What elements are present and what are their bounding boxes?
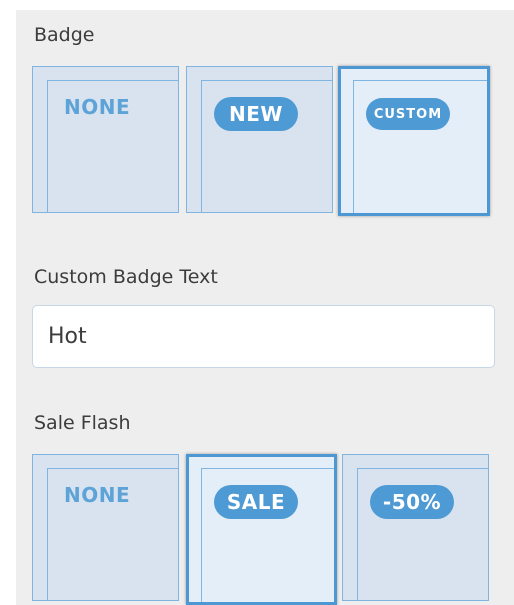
badge-option-new[interactable]: NEW bbox=[186, 66, 333, 213]
percent-badge: -50% bbox=[370, 485, 454, 519]
sale-flash-option-none-preview: NONE bbox=[47, 468, 178, 600]
sale-flash-option-none[interactable]: NONE bbox=[32, 454, 179, 601]
custom-badge-text-label: Custom Badge Text bbox=[34, 266, 218, 288]
sale-flash-option-percent-preview: -50% bbox=[357, 468, 488, 600]
badge-options: NONE NEW CUSTOM bbox=[32, 66, 492, 216]
new-badge: NEW bbox=[214, 97, 298, 131]
none-badge-text: NONE bbox=[64, 95, 131, 119]
sale-badge: SALE bbox=[214, 485, 298, 519]
badge-option-custom[interactable]: CUSTOM bbox=[338, 66, 490, 216]
sale-flash-option-sale-preview: SALE bbox=[201, 468, 334, 602]
sale-flash-options: NONE SALE -50% bbox=[32, 454, 492, 605]
badge-option-new-preview: NEW bbox=[201, 80, 332, 212]
badge-option-none-preview: NONE bbox=[47, 80, 178, 212]
settings-panel: Badge NONE NEW CUSTOM Custom Badge Text … bbox=[16, 10, 514, 605]
sale-flash-option-sale[interactable]: SALE bbox=[186, 454, 337, 605]
sale-flash-option-percent[interactable]: -50% bbox=[342, 454, 489, 601]
badge-option-none[interactable]: NONE bbox=[32, 66, 179, 213]
sale-flash-label: Sale Flash bbox=[34, 412, 131, 434]
badge-label: Badge bbox=[34, 24, 95, 46]
badge-option-custom-preview: CUSTOM bbox=[353, 80, 487, 213]
none-sale-text: NONE bbox=[64, 483, 131, 507]
custom-badge-text-input[interactable] bbox=[32, 305, 495, 368]
custom-badge: CUSTOM bbox=[366, 98, 450, 130]
